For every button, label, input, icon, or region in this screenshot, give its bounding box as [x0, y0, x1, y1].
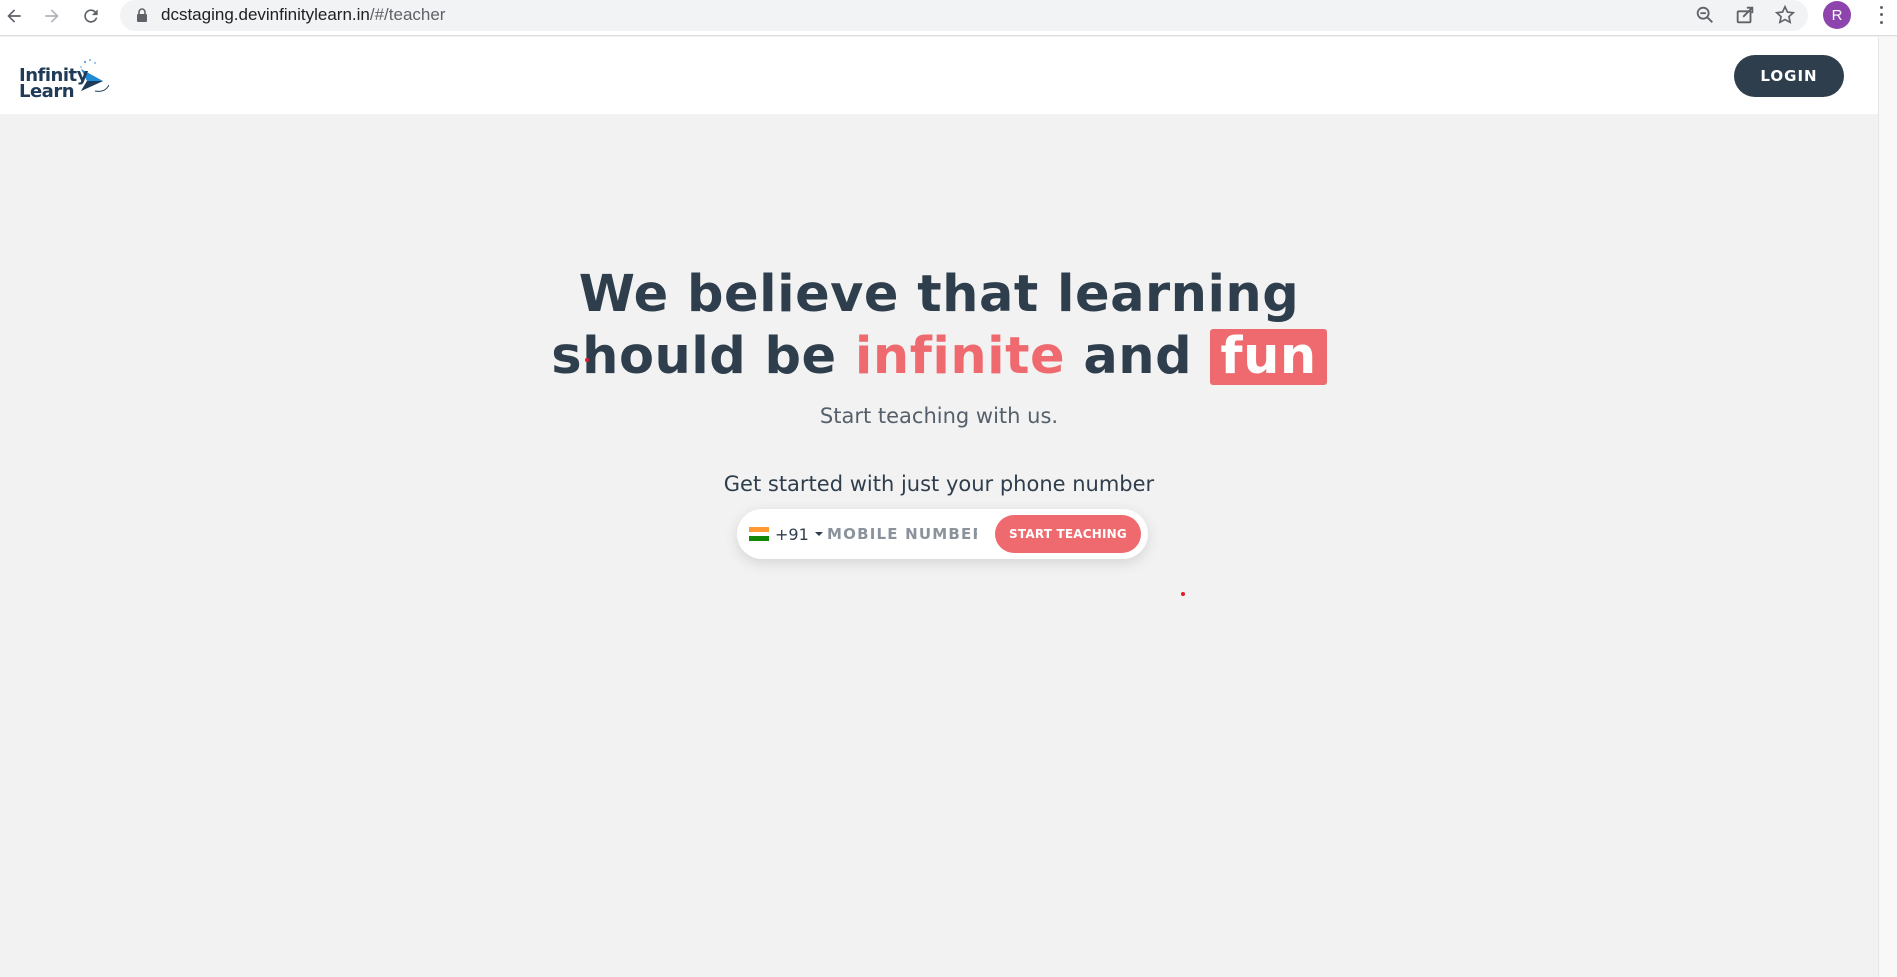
- zoom-out-icon[interactable]: [1694, 4, 1716, 26]
- logo-wordmark: Infinity Learn: [19, 67, 88, 102]
- headline-line-1: We believe that learning: [578, 265, 1300, 324]
- url-text: dcstaging.devinfinitylearn.in/#/teacher: [161, 4, 445, 26]
- profile-avatar[interactable]: R: [1823, 1, 1851, 29]
- india-flag-icon: [749, 527, 769, 542]
- address-bar[interactable]: dcstaging.devinfinitylearn.in/#/teacher: [120, 0, 1808, 31]
- forward-icon[interactable]: [38, 2, 66, 30]
- headline-highlight: infinite: [854, 327, 1066, 386]
- url-path: /#/teacher: [369, 5, 446, 24]
- back-icon[interactable]: [0, 2, 28, 30]
- site-header: Infinity Learn LOGIN: [0, 37, 1878, 114]
- cursor-marker-dot: [585, 358, 589, 362]
- hero-subtitle: Start teaching with us.: [819, 404, 1059, 428]
- headline-line-2: should be infinite and fun: [0, 326, 1878, 388]
- phone-signup-form: +91 START TEACHING: [737, 509, 1148, 559]
- cursor-marker-dot: [1181, 592, 1185, 596]
- country-code-selector[interactable]: +91: [749, 521, 823, 547]
- login-button[interactable]: LOGIN: [1734, 55, 1844, 97]
- share-icon[interactable]: [1734, 4, 1756, 26]
- reload-icon[interactable]: [77, 2, 105, 30]
- chevron-down-icon: [814, 532, 823, 536]
- headline-text-start: should be: [551, 327, 855, 386]
- url-domain: dcstaging.devinfinitylearn.in: [161, 5, 370, 24]
- get-started-text: Get started with just your phone number: [723, 472, 1155, 496]
- start-teaching-button[interactable]: START TEACHING: [995, 515, 1141, 553]
- headline-boxed-word: fun: [1210, 329, 1327, 385]
- bookmark-star-icon[interactable]: [1774, 4, 1796, 26]
- infinity-learn-logo[interactable]: Infinity Learn: [17, 51, 117, 107]
- browser-toolbar: dcstaging.devinfinitylearn.in/#/teacher …: [0, 0, 1897, 36]
- lock-icon: [137, 8, 147, 22]
- page-scrollbar[interactable]: [1878, 37, 1897, 977]
- menu-kebab-icon[interactable]: [1872, 4, 1890, 26]
- mobile-number-input[interactable]: [827, 519, 977, 549]
- logo-line-2: Learn: [19, 81, 75, 102]
- headline-text-and: and: [1065, 327, 1211, 386]
- country-code: +91: [775, 524, 809, 544]
